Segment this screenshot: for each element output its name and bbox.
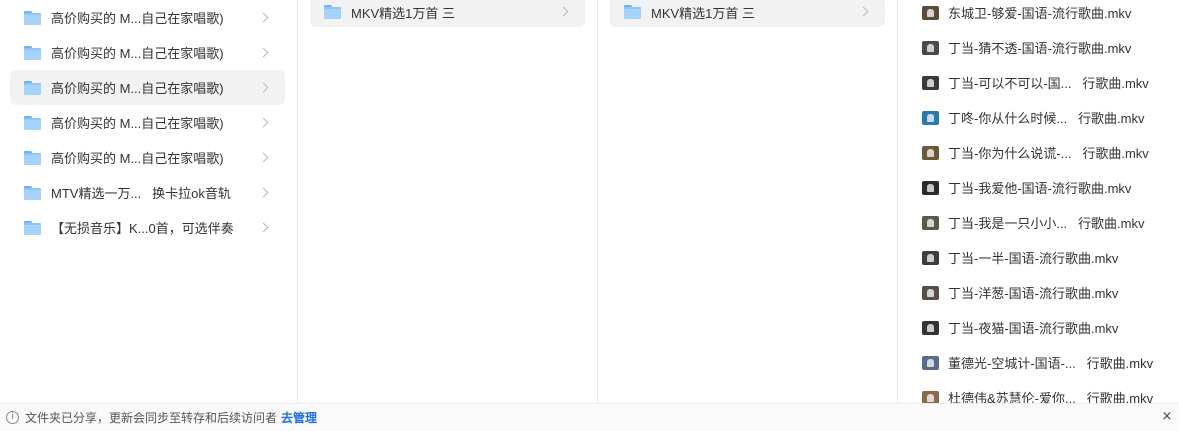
file-name: 丁当-猜不透-国语-流行歌曲.mkv (948, 41, 1132, 56)
file-name: 丁当-夜猫-国语-流行歌曲.mkv (948, 321, 1119, 336)
folder-column-1: 高价购买的 M...自己在家唱歌) 高价购买的 M...自己在家唱歌) 高价购买的 … (0, 0, 298, 403)
video-file-row[interactable]: 东城卫-够爱-国语-流行歌曲.mkv (922, 0, 1179, 30)
folder-icon (24, 185, 41, 200)
folder-column-3: MKV精选1万首 三 (598, 0, 898, 403)
file-name: 董德光-空城计-国语-... 行歌曲.mkv (948, 356, 1154, 371)
folder-icon (24, 220, 41, 235)
file-name: 东城卫-够爱-国语-流行歌曲.mkv (948, 6, 1132, 21)
folder-name: MKV精选1万首 三 (651, 5, 756, 21)
video-file-row[interactable]: 丁当-你为什么说谎-... 行歌曲.mkv (922, 135, 1179, 170)
video-file-row[interactable]: 丁当-猜不透-国语-流行歌曲.mkv (922, 30, 1179, 65)
video-thumbnail-icon (922, 75, 939, 90)
info-icon: i (6, 411, 19, 424)
video-file-row[interactable]: 杜德伟&苏慧伦-爱你... 行歌曲.mkv (922, 380, 1179, 403)
video-thumbnail-icon (922, 110, 939, 125)
video-file-row[interactable]: 丁当-夜猫-国语-流行歌曲.mkv (922, 310, 1179, 345)
video-thumbnail-icon (922, 5, 939, 20)
video-thumbnail-icon (922, 320, 939, 335)
folder-row[interactable]: 【无损音乐】K...0首，可选伴奏 (10, 210, 285, 245)
folder-row[interactable]: 高价购买的 M...自己在家唱歌) (10, 70, 285, 105)
video-thumbnail-icon (922, 390, 939, 403)
video-thumbnail-icon (922, 285, 939, 300)
file-name: 杜德伟&苏慧伦-爱你... 行歌曲.mkv (948, 391, 1154, 403)
file-name: 丁当-我是一只小小... 行歌曲.mkv (948, 216, 1145, 231)
video-file-row[interactable]: 丁当-一半-国语-流行歌曲.mkv (922, 240, 1179, 275)
folder-icon (24, 115, 41, 130)
folder-name: MTV精选一万... 换卡拉ok音轨 (51, 186, 231, 201)
video-thumbnail-icon (922, 250, 939, 265)
folder-name: 高价购买的 M...自己在家唱歌) (51, 151, 224, 166)
video-file-row[interactable]: 董德光-空城计-国语-... 行歌曲.mkv (922, 345, 1179, 380)
video-file-row[interactable]: 丁咚-你从什么时候... 行歌曲.mkv (922, 100, 1179, 135)
folder-name: MKV精选1万首 三 (351, 5, 456, 21)
share-notice-text: 文件夹已分享，更新会同步至转存和后续访问者 (25, 411, 278, 425)
video-thumbnail-icon (922, 355, 939, 370)
file-name: 丁当-洋葱-国语-流行歌曲.mkv (948, 286, 1119, 301)
share-notice-bar: i 文件夹已分享，更新会同步至转存和后续访问者 去管理 × (0, 403, 1179, 431)
folder-row[interactable]: 高价购买的 M...自己在家唱歌) (10, 35, 285, 70)
folder-name: 【无损音乐】K...0首，可选伴奏 (51, 221, 234, 236)
folder-row[interactable]: 高价购买的 M...自己在家唱歌) (10, 140, 285, 175)
video-file-row[interactable]: 丁当-洋葱-国语-流行歌曲.mkv (922, 275, 1179, 310)
folder-icon (24, 10, 41, 25)
folder-icon (24, 45, 41, 60)
file-column: 东城卫-够爱-国语-流行歌曲.mkv 丁当-猜不透-国语-流行歌曲.mkv 丁当-可… (898, 0, 1179, 403)
video-thumbnail-icon (922, 215, 939, 230)
folder-row[interactable]: MTV精选一万... 换卡拉ok音轨 (10, 175, 285, 210)
folder-icon (24, 150, 41, 165)
folder-name: 高价购买的 M...自己在家唱歌) (51, 116, 224, 131)
folder-icon (24, 80, 41, 95)
folder-name: 高价购买的 M...自己在家唱歌) (51, 81, 224, 96)
file-name: 丁当-可以不可以-国... 行歌曲.mkv (948, 76, 1149, 91)
folder-row[interactable]: MKV精选1万首 三 (610, 0, 885, 27)
file-name: 丁当-你为什么说谎-... 行歌曲.mkv (948, 146, 1149, 161)
video-thumbnail-icon (922, 145, 939, 160)
video-thumbnail-icon (922, 180, 939, 195)
folder-row[interactable]: MKV精选1万首 三 (310, 0, 585, 27)
file-name: 丁当-我爱他-国语-流行歌曲.mkv (948, 181, 1132, 196)
folder-icon (324, 5, 341, 19)
folder-name: 高价购买的 M...自己在家唱歌) (51, 11, 224, 26)
video-file-row[interactable]: 丁当-可以不可以-国... 行歌曲.mkv (922, 65, 1179, 100)
video-thumbnail-icon (922, 40, 939, 55)
folder-row[interactable]: 高价购买的 M...自己在家唱歌) (10, 105, 285, 140)
manage-link[interactable]: 去管理 (281, 409, 317, 426)
file-name: 丁当-一半-国语-流行歌曲.mkv (948, 251, 1119, 266)
file-name: 丁咚-你从什么时候... 行歌曲.mkv (948, 111, 1145, 126)
folder-column-2: MKV精选1万首 三 (298, 0, 598, 403)
close-icon[interactable]: × (1161, 410, 1173, 423)
video-file-row[interactable]: 丁当-我是一只小小... 行歌曲.mkv (922, 205, 1179, 240)
folder-name: 高价购买的 M...自己在家唱歌) (51, 46, 224, 61)
folder-row[interactable]: 高价购买的 M...自己在家唱歌) (10, 0, 285, 35)
video-file-row[interactable]: 丁当-我爱他-国语-流行歌曲.mkv (922, 170, 1179, 205)
folder-icon (624, 5, 641, 19)
column-browser: 高价购买的 M...自己在家唱歌) 高价购买的 M...自己在家唱歌) 高价购买的 … (0, 0, 1179, 403)
